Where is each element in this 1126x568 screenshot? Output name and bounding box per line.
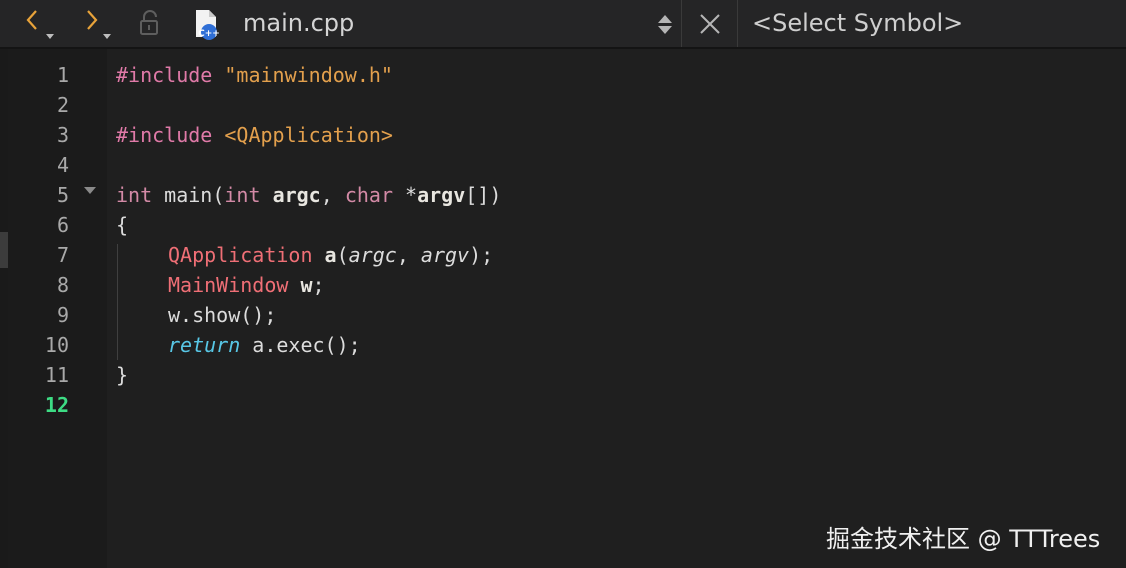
punctuation: []) bbox=[465, 183, 502, 207]
code-line-6: { bbox=[116, 213, 129, 237]
nav-forward-button[interactable] bbox=[78, 0, 118, 47]
type-name: QApplication bbox=[168, 243, 313, 267]
parameter: argv bbox=[417, 183, 466, 207]
line-number: 4 bbox=[56, 153, 69, 177]
code-line-11: } bbox=[116, 363, 129, 387]
argument: argv bbox=[420, 243, 470, 267]
lock-button[interactable] bbox=[136, 0, 164, 47]
line-number: 6 bbox=[56, 213, 69, 237]
fold-arrow-icon[interactable] bbox=[84, 187, 96, 194]
watermark: 掘金技术社区 @ TTTrees bbox=[826, 525, 1101, 553]
sort-arrows-icon bbox=[658, 14, 672, 34]
line-number: 1 bbox=[56, 63, 69, 87]
code-line-9: w.show(); bbox=[168, 303, 277, 327]
argument: argc bbox=[348, 243, 397, 267]
cpp-file-badge: C++ bbox=[190, 0, 224, 47]
code-line-1: #include "mainwindow.h" bbox=[116, 60, 393, 90]
nav-back-button[interactable] bbox=[18, 0, 58, 47]
left-edge bbox=[0, 49, 8, 568]
line-number: 10 bbox=[44, 333, 69, 357]
code-line-7: QApplication a(argc, argv); bbox=[168, 240, 493, 270]
punctuation: , bbox=[320, 183, 345, 207]
code-line-10: return a.exec(); bbox=[168, 330, 361, 360]
cpp-file-icon: C++ bbox=[196, 9, 220, 40]
close-document-button[interactable] bbox=[692, 0, 728, 47]
code-line-8: MainWindow w; bbox=[168, 270, 325, 300]
lock-icon bbox=[140, 9, 158, 35]
toolbar-divider bbox=[681, 0, 682, 47]
include-path: <QApplication> bbox=[224, 123, 393, 147]
include-path: "mainwindow.h" bbox=[224, 63, 393, 87]
function-name: main( bbox=[164, 183, 225, 207]
punctuation: * bbox=[405, 183, 418, 207]
line-number: 11 bbox=[44, 363, 69, 387]
document-switcher-button[interactable] bbox=[652, 0, 678, 47]
file-name-label: main.cpp bbox=[243, 9, 355, 37]
nav-forward-icon bbox=[87, 9, 111, 39]
punctuation: ( bbox=[336, 243, 349, 267]
line-number: 5 bbox=[56, 183, 69, 207]
punctuation: ; bbox=[312, 273, 325, 297]
variable: w bbox=[300, 273, 313, 297]
variable: a bbox=[324, 243, 337, 267]
type-name: MainWindow bbox=[168, 273, 289, 297]
line-number: 8 bbox=[56, 273, 69, 297]
line-number: 9 bbox=[56, 303, 69, 327]
scroll-marker bbox=[0, 232, 8, 268]
current-line-number: 12 bbox=[44, 393, 69, 417]
symbol-selector[interactable]: <Select Symbol> bbox=[752, 9, 963, 37]
preprocessor-directive: #include bbox=[116, 63, 213, 87]
line-number: 7 bbox=[56, 243, 69, 267]
keyword: int bbox=[224, 183, 261, 207]
punctuation: , bbox=[396, 243, 421, 267]
close-icon bbox=[700, 13, 720, 34]
line-number: 2 bbox=[56, 93, 69, 117]
code-line-5: int main(int argc, char *argv[]) bbox=[116, 180, 501, 210]
keyword: int bbox=[116, 183, 153, 207]
punctuation: ); bbox=[469, 243, 494, 267]
toolbar-divider bbox=[737, 0, 738, 47]
line-number: 3 bbox=[56, 123, 69, 147]
svg-text:C++: C++ bbox=[198, 29, 220, 39]
code-line-3: #include <QApplication> bbox=[116, 120, 393, 150]
preprocessor-directive: #include bbox=[116, 123, 213, 147]
return-keyword: return bbox=[168, 333, 241, 357]
keyword: char bbox=[344, 183, 393, 207]
editor-toolbar: C++ main.cpp <Select Symbol> bbox=[0, 0, 1126, 49]
indent-guide bbox=[117, 244, 118, 360]
expression: a.exec(); bbox=[252, 333, 361, 357]
nav-back-icon bbox=[26, 9, 54, 39]
parameter: argc bbox=[272, 183, 321, 207]
